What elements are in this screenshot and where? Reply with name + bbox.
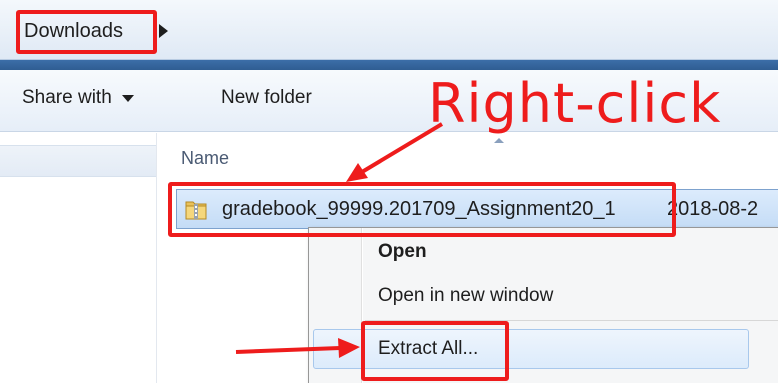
new-folder-button[interactable]: New folder xyxy=(221,87,312,109)
annotation-callout: Right-click xyxy=(428,72,722,135)
column-header-name[interactable]: Name xyxy=(181,148,229,169)
navigation-pane-group[interactable] xyxy=(0,145,156,177)
menu-item-open-new-window[interactable]: Open in new window xyxy=(378,285,553,307)
file-date: 2018-08-2 xyxy=(667,198,759,220)
chevron-right-icon[interactable] xyxy=(159,24,168,38)
share-with-button[interactable]: Share with xyxy=(22,87,134,109)
annotation-box-downloads xyxy=(16,10,157,54)
pane-splitter[interactable] xyxy=(156,133,157,383)
new-folder-label: New folder xyxy=(221,87,312,108)
annotation-box-file xyxy=(168,182,676,237)
menu-item-open[interactable]: Open xyxy=(378,241,427,263)
caret-down-icon xyxy=(121,94,134,102)
address-bar-divider xyxy=(0,60,778,70)
annotation-box-extract xyxy=(361,321,509,381)
share-with-label: Share with xyxy=(22,87,112,108)
sort-up-icon xyxy=(494,138,504,143)
